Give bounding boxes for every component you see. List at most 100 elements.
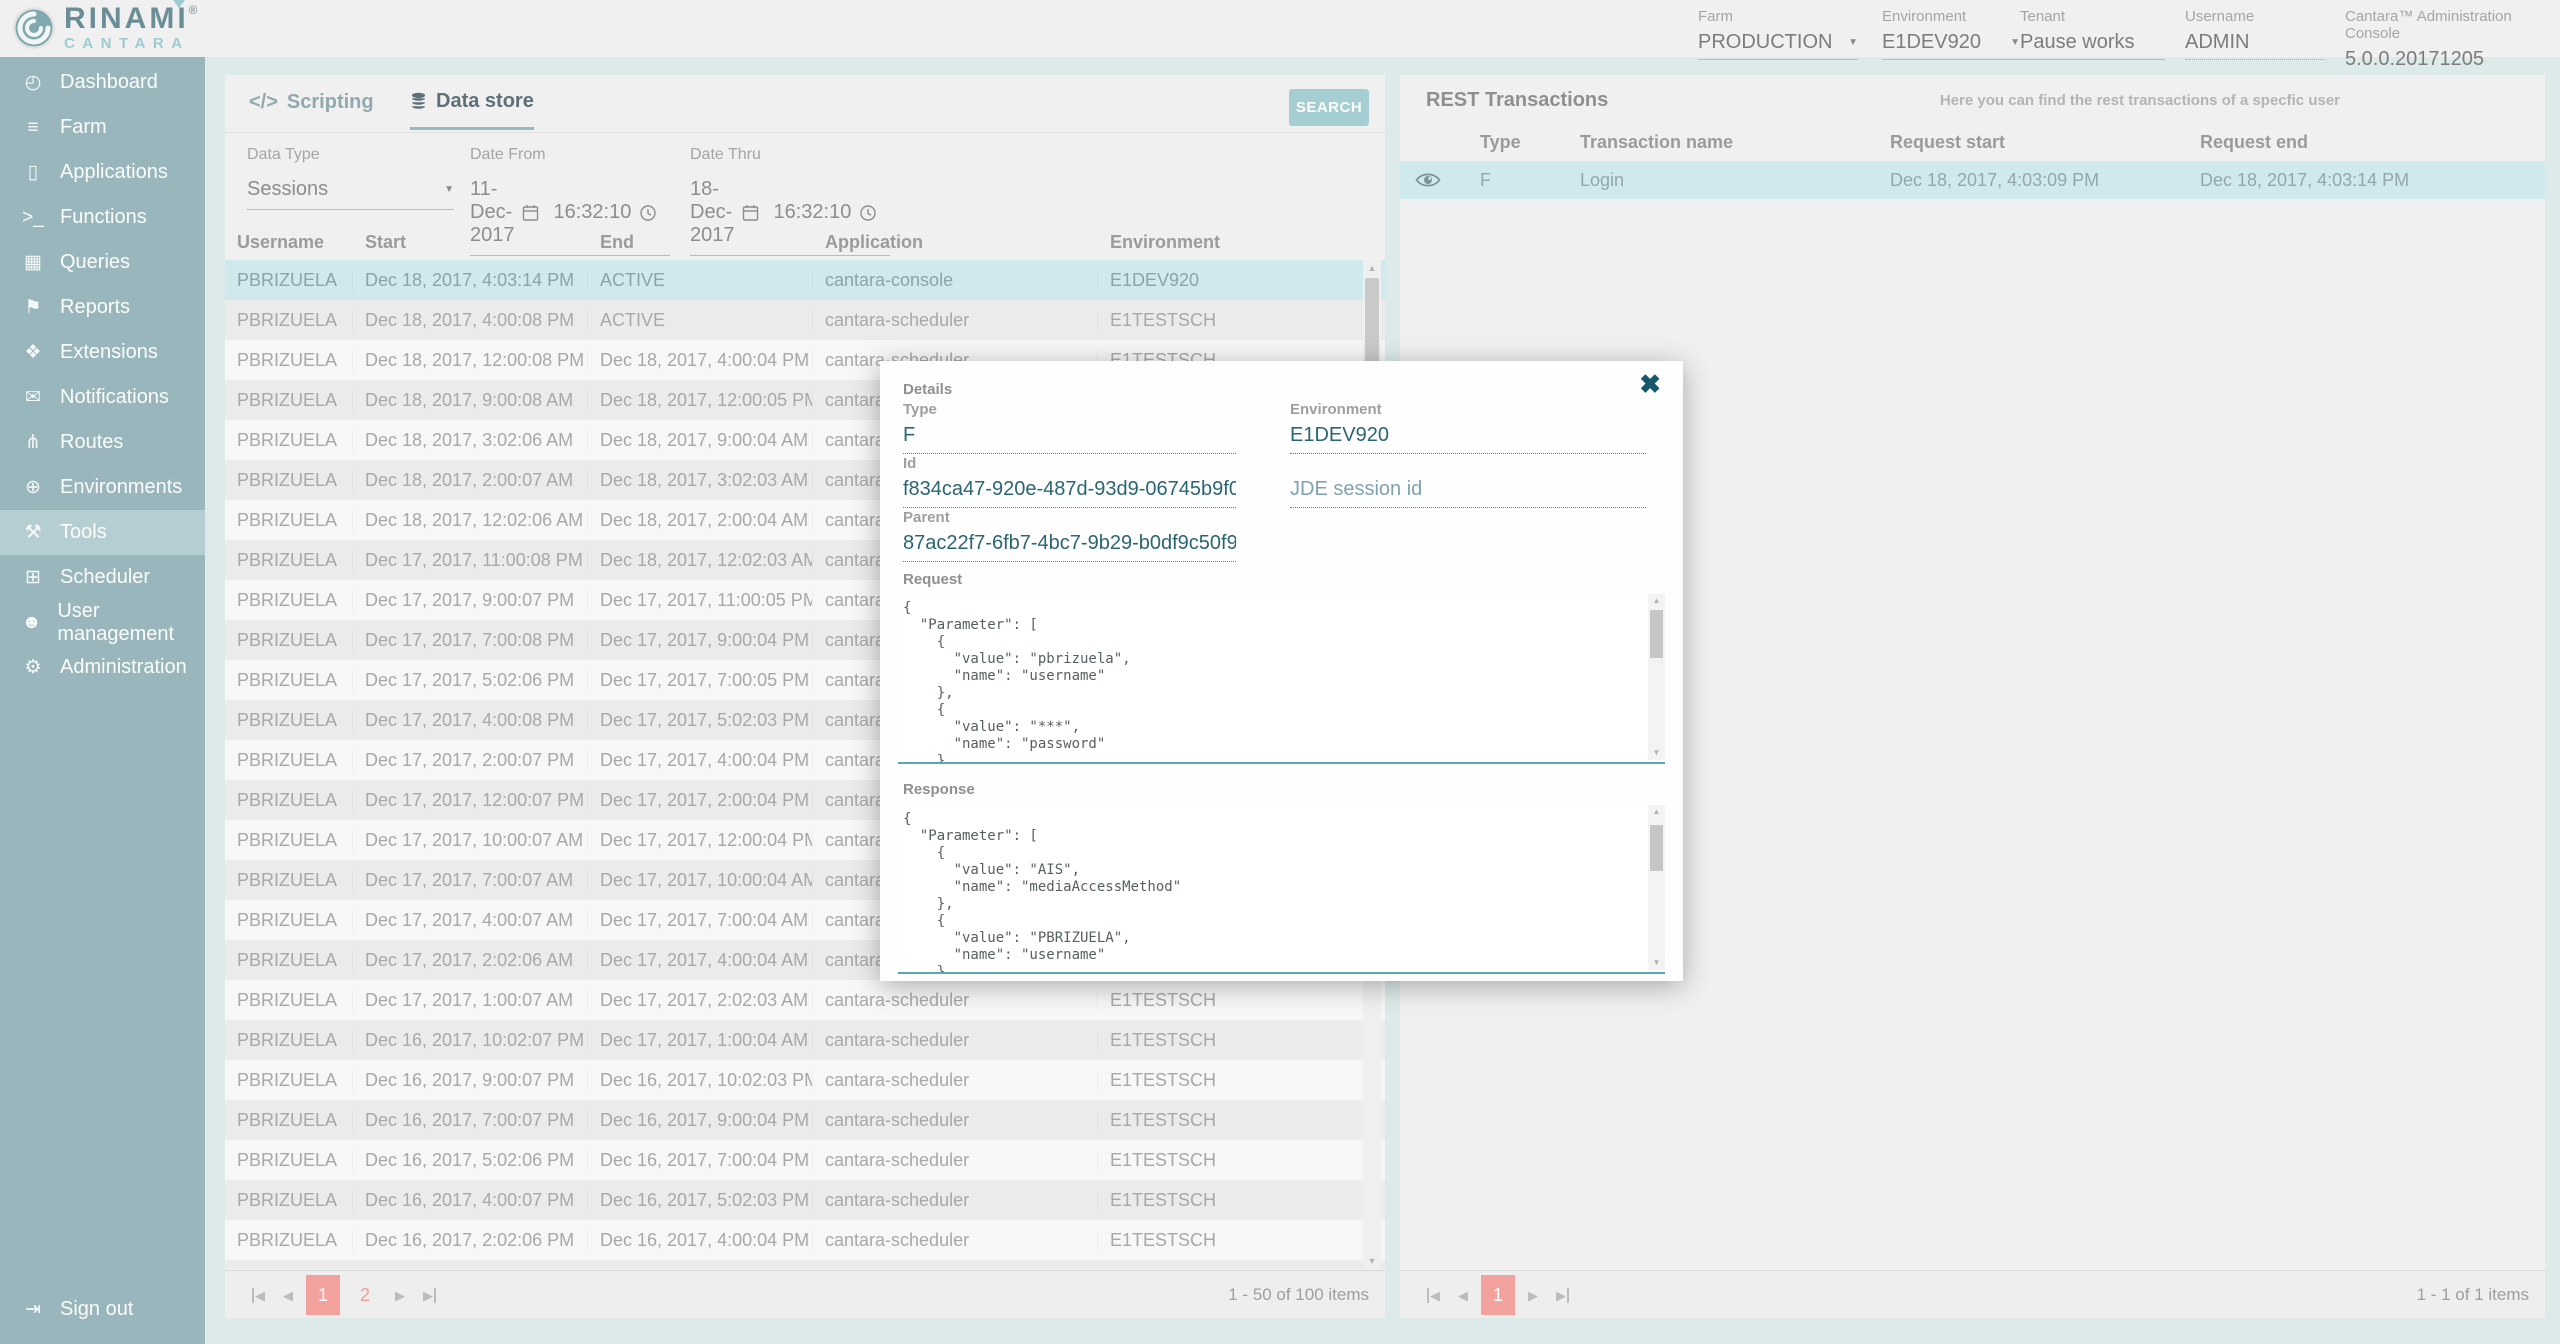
sidebar-item-queries[interactable]: ▦Queries xyxy=(0,240,205,285)
items-summary: 1 - 1 of 1 items xyxy=(2417,1271,2529,1319)
first-page-button[interactable]: ◀ xyxy=(1427,1289,1440,1302)
code-icon: </> xyxy=(249,91,278,114)
id-field[interactable]: Id f834ca47-920e-487d-93d9-06745b9f0d83 xyxy=(903,455,1236,508)
scroll-down-icon[interactable]: ▼ xyxy=(1648,746,1665,760)
table-row[interactable]: PBRIZUELADec 16, 2017, 9:00:07 PMDec 16,… xyxy=(225,1060,1385,1100)
sidebar-item-farm[interactable]: ≡ Farm xyxy=(0,105,205,150)
table-row[interactable]: PBRIZUELADec 17, 2017, 1:00:07 AMDec 17,… xyxy=(225,980,1385,1020)
sidebar-item-user-management[interactable]: ☻User management xyxy=(0,600,205,645)
tab-data-store[interactable]: Data store xyxy=(410,75,534,130)
response-json-box[interactable]: { "Parameter": [ { "value": "AIS", "name… xyxy=(898,805,1665,974)
rinami-logo-icon xyxy=(12,6,56,50)
table-row[interactable]: PBRIZUELADec 18, 2017, 4:00:08 PMACTIVEc… xyxy=(225,300,1385,340)
sidebar-item-notifications[interactable]: ✉Notifications xyxy=(0,375,205,420)
page-button-1[interactable]: 1 xyxy=(1481,1275,1515,1315)
environments-icon: ⊕ xyxy=(20,476,46,499)
sidebar-item-environments[interactable]: ⊕Environments xyxy=(0,465,205,510)
sidebar-item-extensions[interactable]: ❖Extensions xyxy=(0,330,205,375)
sidebar-item-label: Scheduler xyxy=(60,566,150,589)
column-header-environment[interactable]: Environment xyxy=(1098,232,1385,253)
table-row[interactable]: PBRIZUELADec 18, 2017, 4:03:14 PMACTIVEc… xyxy=(225,260,1385,300)
environment-select[interactable]: Environment E1DEV920▼ xyxy=(1882,8,2020,60)
chevron-down-icon[interactable]: ▼ xyxy=(2010,37,2020,48)
tenant-input[interactable]: Tenant Pause works xyxy=(2020,8,2165,60)
search-button[interactable]: SEARCH xyxy=(1289,89,1369,126)
clock-icon[interactable] xyxy=(859,204,877,222)
request-scrollbar[interactable]: ▲ ▼ xyxy=(1648,594,1665,760)
column-header-start[interactable]: Start xyxy=(353,232,588,253)
column-header-application[interactable]: Application xyxy=(813,232,1098,253)
previous-page-button[interactable]: ◀ xyxy=(283,1289,293,1302)
column-header-end[interactable]: End xyxy=(588,232,813,253)
type-field[interactable]: Type F xyxy=(903,401,1236,454)
last-page-button[interactable]: ▶ xyxy=(423,1289,436,1302)
administration-icon: ⚙ xyxy=(20,656,46,679)
tab-scripting[interactable]: </> Scripting xyxy=(249,75,374,130)
sidebar-item-applications[interactable]: ▯Applications xyxy=(0,150,205,195)
app-logo: RINAMI® CANTARA xyxy=(12,4,201,51)
tab-bar: </> Scripting Data store SEARCH xyxy=(225,75,1385,133)
table-row[interactable]: PBRIZUELADec 16, 2017, 7:00:07 PMDec 16,… xyxy=(225,1100,1385,1140)
sidebar-item-label: Queries xyxy=(60,251,130,274)
notifications-icon: ✉ xyxy=(20,386,46,409)
parent-field[interactable]: Parent 87ac22f7-6fb7-4bc7-9b29-b0df9c50f… xyxy=(903,509,1236,562)
next-page-button[interactable]: ▶ xyxy=(395,1289,405,1302)
scroll-up-icon[interactable]: ▲ xyxy=(1363,260,1381,276)
scroll-up-icon[interactable]: ▲ xyxy=(1648,805,1665,819)
response-scrollbar[interactable]: ▲ ▼ xyxy=(1648,805,1665,970)
sidebar-item-routes[interactable]: ⋔Routes xyxy=(0,420,205,465)
sidebar-item-label: Applications xyxy=(60,161,168,184)
scroll-up-icon[interactable]: ▲ xyxy=(1648,594,1665,608)
routes-icon: ⋔ xyxy=(20,431,46,454)
calendar-icon[interactable] xyxy=(522,204,539,222)
page-button-2[interactable]: 2 xyxy=(348,1275,382,1315)
rest-panel-subtitle: Here you can find the rest transactions … xyxy=(1940,92,2340,109)
sidebar-item-dashboard[interactable]: ◴Dashboard xyxy=(0,60,205,105)
sessions-pagination: ◀ ◀ 12 ▶ ▶ 1 - 50 of 100 items xyxy=(225,1270,1385,1318)
next-page-button[interactable]: ▶ xyxy=(1528,1289,1538,1302)
view-details-eye-icon[interactable] xyxy=(1415,171,1480,189)
username-field: Username ADMIN xyxy=(2185,8,2325,60)
sessions-table-header: UsernameStartEndApplicationEnvironment xyxy=(225,225,1385,260)
farm-select[interactable]: Farm PRODUCTION▼ xyxy=(1698,8,1858,60)
clock-icon[interactable] xyxy=(639,204,657,222)
sidebar-item-label: Farm xyxy=(60,116,107,139)
farm-icon: ≡ xyxy=(20,117,46,139)
items-summary: 1 - 50 of 100 items xyxy=(1228,1271,1369,1319)
environment-field[interactable]: Environment E1DEV920 xyxy=(1290,401,1646,454)
sign-out-icon: ⇥ xyxy=(20,1298,46,1321)
previous-page-button[interactable]: ◀ xyxy=(1458,1289,1468,1302)
rest-transaction-row[interactable]: F Login Dec 18, 2017, 4:03:09 PM Dec 18,… xyxy=(1400,161,2545,199)
sidebar-item-label: Reports xyxy=(60,296,130,319)
logo-text-rinami: RINAMI® xyxy=(64,4,201,34)
extensions-icon: ❖ xyxy=(20,341,46,364)
scroll-down-icon[interactable]: ▼ xyxy=(1648,956,1665,970)
table-row[interactable]: PBRIZUELADec 16, 2017, 1:00:07 PMDec 16,… xyxy=(225,1260,1385,1269)
sidebar-item-scheduler[interactable]: ⊞Scheduler xyxy=(0,555,205,600)
request-json-box[interactable]: { "Parameter": [ { "value": "pbrizuela",… xyxy=(898,594,1665,764)
table-row[interactable]: PBRIZUELADec 16, 2017, 4:00:07 PMDec 16,… xyxy=(225,1180,1385,1220)
data-type-select[interactable]: Data Type Sessions▼ xyxy=(247,146,454,210)
jde-session-id-field[interactable]: JDE session id xyxy=(1290,455,1646,508)
sidebar-item-tools[interactable]: ⚒Tools xyxy=(0,510,205,555)
column-header-username[interactable]: Username xyxy=(225,232,353,253)
table-row[interactable]: PBRIZUELADec 16, 2017, 5:02:06 PMDec 16,… xyxy=(225,1140,1385,1180)
table-row[interactable]: PBRIZUELADec 16, 2017, 2:02:06 PMDec 16,… xyxy=(225,1220,1385,1260)
close-icon[interactable]: ✖ xyxy=(1639,369,1661,400)
scrollbar-thumb[interactable] xyxy=(1650,610,1663,658)
page-button-1[interactable]: 1 xyxy=(306,1275,340,1315)
dashboard-icon: ◴ xyxy=(20,71,46,94)
table-row[interactable]: PBRIZUELADec 16, 2017, 10:02:07 PMDec 17… xyxy=(225,1020,1385,1060)
last-page-button[interactable]: ▶ xyxy=(1556,1289,1569,1302)
chevron-down-icon[interactable]: ▼ xyxy=(1848,37,1858,48)
sidebar-item-reports[interactable]: ⚑Reports xyxy=(0,285,205,330)
sidebar-item-administration[interactable]: ⚙Administration xyxy=(0,645,205,690)
scrollbar-thumb[interactable] xyxy=(1650,825,1663,871)
rest-panel-title: REST Transactions xyxy=(1426,89,1608,112)
sidebar-item-functions[interactable]: >_Functions xyxy=(0,195,205,240)
calendar-icon[interactable] xyxy=(742,204,759,222)
sign-out-button[interactable]: ⇥ Sign out xyxy=(0,1287,205,1332)
chevron-down-icon[interactable]: ▼ xyxy=(444,184,454,195)
first-page-button[interactable]: ◀ xyxy=(252,1289,265,1302)
scroll-down-icon[interactable]: ▼ xyxy=(1363,1253,1381,1269)
